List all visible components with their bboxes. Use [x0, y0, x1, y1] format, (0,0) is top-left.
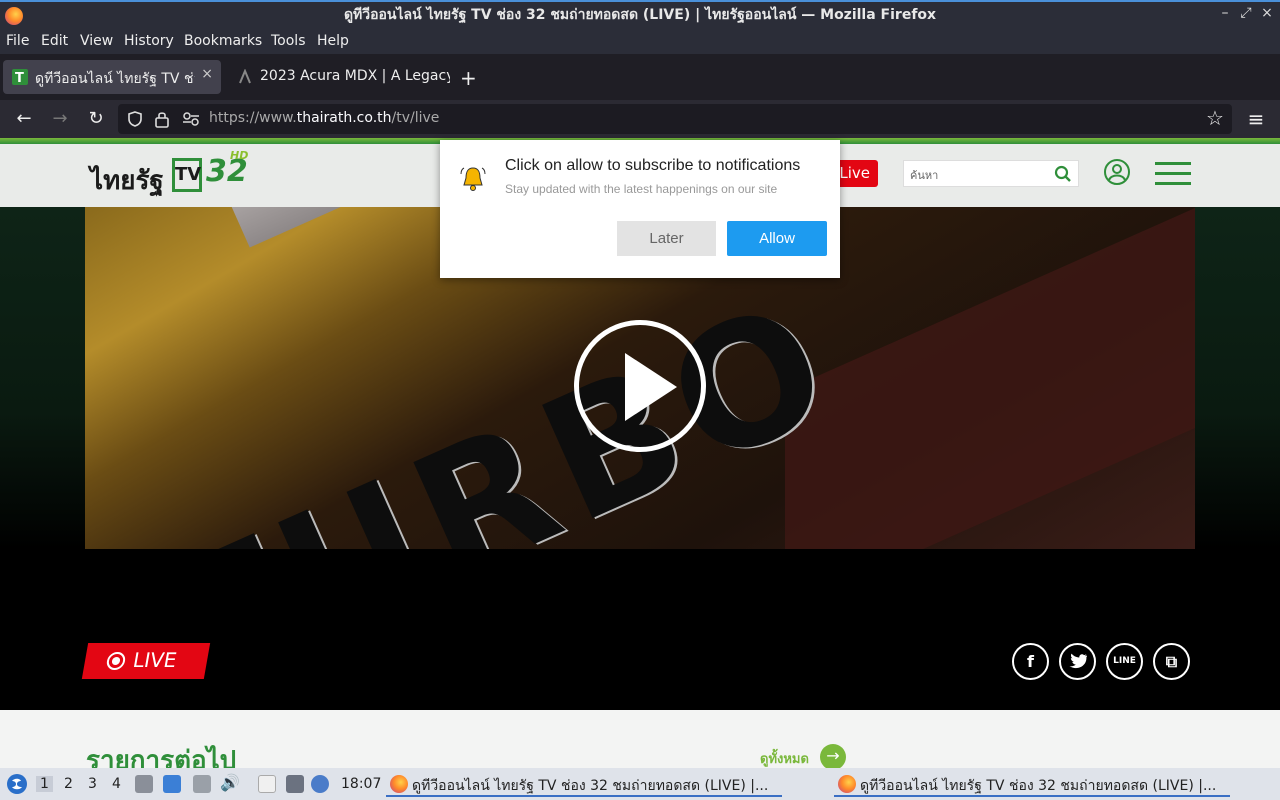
bell-icon: [460, 167, 486, 191]
menu-bar: File Edit View History Bookmarks Tools H…: [0, 30, 1280, 54]
start-menu-icon[interactable]: [6, 773, 28, 795]
taskbar-window-label: ดูทีวีออนไลน์ ไทยรัฐ TV ช่อง 32 ชมถ่ายทอ…: [412, 778, 769, 794]
tab-label: ดูทีวีออนไลน์ ไทยรัฐ TV ช่อง 32: [35, 71, 195, 87]
window-title: ดูทีวีออนไลน์ ไทยรัฐ TV ช่อง 32 ชมถ่ายทอ…: [343, 7, 937, 23]
later-button[interactable]: Later: [617, 221, 716, 256]
volume-icon[interactable]: 🔊: [220, 773, 240, 792]
svg-text:T: T: [15, 71, 24, 85]
search-input[interactable]: ค้นหา: [903, 160, 1079, 187]
allow-button[interactable]: Allow: [727, 221, 827, 256]
copy-link-icon[interactable]: ⧉: [1153, 643, 1190, 680]
screen-icon[interactable]: [286, 775, 304, 793]
menu-file[interactable]: File: [6, 33, 29, 49]
search-placeholder: ค้นหา: [910, 169, 939, 182]
navigation-bar: ← → ↻ https://www.thairath.co.th/tv/live…: [0, 100, 1280, 138]
notification-tray-icon[interactable]: [311, 775, 329, 793]
live-button[interactable]: Live: [836, 160, 878, 187]
system-taskbar: 1 2 3 4 🔊 18:07 ดูทีวีออนไลน์ ไทยรัฐ TV …: [0, 768, 1280, 800]
new-tab-button[interactable]: +: [460, 66, 477, 90]
notification-heading: Click on allow to subscribe to notificat…: [505, 157, 801, 174]
url-text[interactable]: https://www.thairath.co.th/tv/live: [209, 110, 439, 126]
facebook-share-icon[interactable]: f: [1012, 643, 1049, 680]
menu-tools[interactable]: Tools: [271, 33, 306, 49]
user-account-icon[interactable]: [1104, 159, 1130, 185]
reload-button[interactable]: ↻: [85, 108, 107, 130]
video-frame-text: TURBO: [135, 261, 864, 549]
twitter-share-icon[interactable]: [1059, 643, 1096, 680]
workspace-4[interactable]: 4: [112, 776, 121, 792]
menu-bookmarks[interactable]: Bookmarks: [184, 33, 262, 49]
shield-icon[interactable]: [126, 110, 144, 128]
notification-prompt: Click on allow to subscribe to notificat…: [440, 140, 840, 278]
logo-tv: TV: [172, 158, 202, 192]
active-indicator: [386, 795, 782, 797]
active-indicator: [834, 795, 1230, 797]
record-icon: [105, 652, 127, 670]
bookmark-star-icon[interactable]: ☆: [1206, 106, 1224, 130]
close-window-button[interactable]: ×: [1258, 5, 1276, 21]
next-programs-section: รายการต่อไป ดูทั้งหมด →: [0, 710, 1280, 768]
maximize-button[interactable]: ⤢: [1237, 5, 1255, 21]
desktop-icon[interactable]: [163, 775, 181, 793]
permissions-icon[interactable]: [182, 111, 200, 127]
menu-history[interactable]: History: [124, 33, 174, 49]
url-bar[interactable]: https://www.thairath.co.th/tv/live ☆: [118, 104, 1232, 134]
live-badge-label: LIVE: [131, 648, 179, 672]
acura-favicon-icon: [239, 69, 251, 84]
file-manager-icon[interactable]: [135, 775, 153, 793]
see-all-link[interactable]: ดูทั้งหมด: [760, 748, 809, 768]
line-share-icon[interactable]: LINE: [1106, 643, 1143, 680]
clipboard-icon[interactable]: [258, 775, 276, 793]
workspace-1[interactable]: 1: [36, 776, 53, 792]
page-side-background: [1195, 207, 1280, 549]
thairath-favicon-icon: T: [12, 69, 28, 85]
workspace-3[interactable]: 3: [88, 776, 97, 792]
forward-button[interactable]: →: [49, 108, 71, 130]
next-programs-title: รายการต่อไป: [86, 746, 237, 768]
clock: 18:07: [341, 776, 382, 792]
network-icon[interactable]: [193, 775, 211, 793]
lock-icon[interactable]: [154, 110, 170, 128]
play-button[interactable]: [574, 320, 706, 452]
live-badge: LIVE: [81, 643, 211, 679]
tab-strip: T ดูทีวีออนไลน์ ไทยรัฐ TV ช่อง 32 × 2023…: [0, 54, 1280, 100]
search-icon[interactable]: [1054, 165, 1072, 183]
notification-subtext: Stay updated with the latest happenings …: [505, 182, 778, 196]
tab-thairath[interactable]: T ดูทีวีออนไลน์ ไทยรัฐ TV ช่อง 32 ×: [3, 60, 221, 94]
workspace-2[interactable]: 2: [64, 776, 73, 792]
menu-edit[interactable]: Edit: [41, 33, 68, 49]
firefox-icon: [838, 775, 856, 793]
firefox-icon: [390, 775, 408, 793]
page-side-background: [0, 207, 85, 549]
play-icon: [625, 353, 677, 421]
tab-label: 2023 Acura MDX | A Legacy: [260, 68, 450, 84]
app-menu-button[interactable]: ≡: [1245, 108, 1267, 130]
logo-hd: HD: [230, 149, 249, 162]
back-button[interactable]: ←: [13, 108, 35, 130]
hamburger-menu-icon[interactable]: [1155, 162, 1191, 186]
thairath-logo[interactable]: ไทยรัฐ: [90, 160, 164, 201]
taskbar-window-1[interactable]: ดูทีวีออนไลน์ ไทยรัฐ TV ช่อง 32 ชมถ่ายทอ…: [386, 771, 782, 797]
menu-help[interactable]: Help: [317, 33, 349, 49]
video-frame-red-area: [785, 207, 1195, 549]
taskbar-window-label: ดูทีวีออนไลน์ ไทยรัฐ TV ช่อง 32 ชมถ่ายทอ…: [860, 778, 1217, 794]
taskbar-window-2[interactable]: ดูทีวีออนไลน์ ไทยรัฐ TV ช่อง 32 ชมถ่ายทอ…: [834, 771, 1230, 797]
menu-view[interactable]: View: [80, 33, 113, 49]
tab-acura[interactable]: 2023 Acura MDX | A Legacy: [228, 60, 450, 94]
minimize-button[interactable]: –: [1216, 5, 1234, 21]
tab-close-icon[interactable]: ×: [201, 66, 213, 82]
window-titlebar: ดูทีวีออนไลน์ ไทยรัฐ TV ช่อง 32 ชมถ่ายทอ…: [0, 0, 1280, 30]
arrow-right-icon[interactable]: →: [820, 744, 846, 768]
